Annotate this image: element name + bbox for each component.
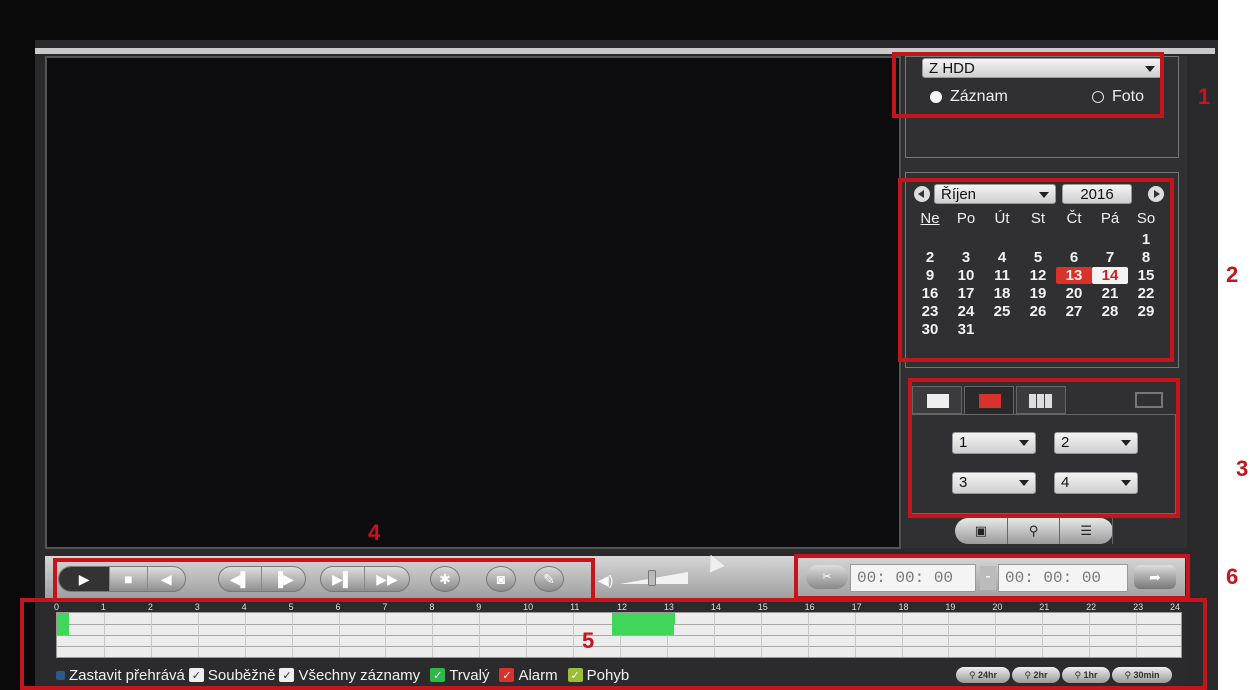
annotation-box-3 bbox=[908, 378, 1180, 518]
annotation-box-5 bbox=[20, 598, 1207, 690]
annotation-box-6 bbox=[794, 554, 1190, 600]
annotation-box-1 bbox=[892, 52, 1164, 118]
list-icon[interactable]: ☰ bbox=[1060, 518, 1114, 544]
annotation-number-6: 6 bbox=[1226, 564, 1239, 589]
image-search-icon[interactable]: ▣ bbox=[955, 518, 1008, 544]
annotation-box-4 bbox=[53, 558, 595, 602]
annotation-number-2: 2 bbox=[1226, 262, 1239, 287]
volume-thumb[interactable] bbox=[648, 570, 656, 586]
annotation-number-5: 5 bbox=[582, 628, 595, 653]
video-playback-area[interactable] bbox=[45, 56, 901, 549]
annotation-number-3: 3 bbox=[1236, 456, 1249, 481]
person-search-icon[interactable]: ⚲ bbox=[1008, 518, 1061, 544]
annotation-number-4: 4 bbox=[368, 520, 381, 545]
annotation-box-2 bbox=[898, 178, 1174, 362]
volume-slider[interactable] bbox=[620, 570, 690, 586]
annotation-number-1: 1 bbox=[1198, 84, 1211, 109]
volume-icon[interactable]: ◀) bbox=[598, 572, 618, 588]
search-mode-tabs: ▣ ⚲ ☰ bbox=[955, 518, 1114, 544]
photo-root: Z HDD Záznam Foto Říjen 2016 Ne Po Út St Čt P… bbox=[0, 0, 1250, 690]
